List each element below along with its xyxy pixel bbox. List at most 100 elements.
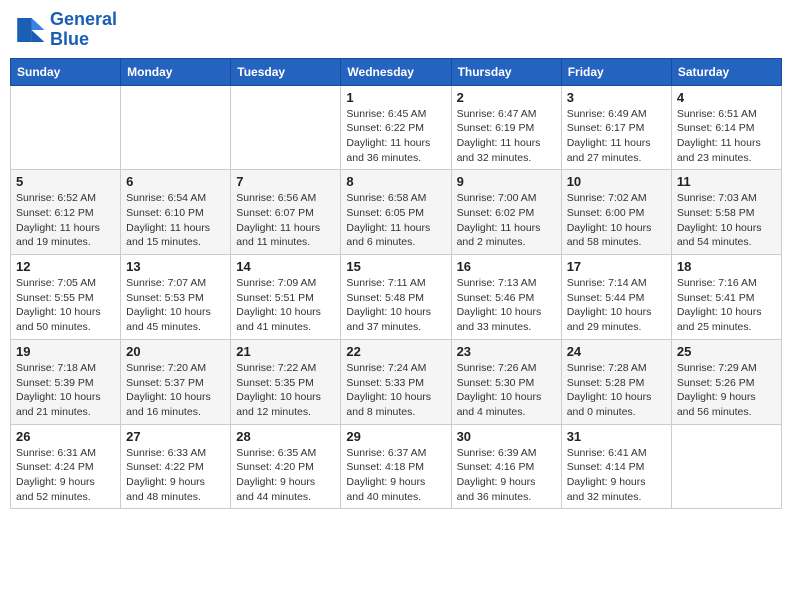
day-info: Sunrise: 7:22 AM Sunset: 5:35 PM Dayligh… <box>236 361 335 420</box>
calendar-cell: 29Sunrise: 6:37 AM Sunset: 4:18 PM Dayli… <box>341 424 451 509</box>
day-number: 29 <box>346 429 445 444</box>
day-info: Sunrise: 6:35 AM Sunset: 4:20 PM Dayligh… <box>236 446 335 505</box>
day-info: Sunrise: 7:20 AM Sunset: 5:37 PM Dayligh… <box>126 361 225 420</box>
day-number: 24 <box>567 344 666 359</box>
day-info: Sunrise: 7:07 AM Sunset: 5:53 PM Dayligh… <box>126 276 225 335</box>
calendar-header: SundayMondayTuesdayWednesdayThursdayFrid… <box>11 58 782 85</box>
day-number: 28 <box>236 429 335 444</box>
day-info: Sunrise: 7:03 AM Sunset: 5:58 PM Dayligh… <box>677 191 776 250</box>
day-info: Sunrise: 6:51 AM Sunset: 6:14 PM Dayligh… <box>677 107 776 166</box>
week-row-5: 26 Sunrise: 6:31 AM Sunset: 4:24 PM Dayli… <box>11 424 782 509</box>
calendar-cell: 31 Sunrise: 6:41 AM Sunset: 4:14 PM Dayli… <box>561 424 671 509</box>
calendar-cell: 8 Sunrise: 6:58 AM Sunset: 6:05 PM Daylig… <box>341 170 451 255</box>
day-number: 19 <box>16 344 115 359</box>
calendar-cell: 3 Sunrise: 6:49 AM Sunset: 6:17 PM Daylig… <box>561 85 671 170</box>
weekday-header-wednesday: Wednesday <box>341 58 451 85</box>
day-number: 18 <box>677 259 776 274</box>
day-info: Sunrise: 7:09 AM Sunset: 5:51 PM Dayligh… <box>236 276 335 335</box>
week-row-4: 19 Sunrise: 7:18 AM Sunset: 5:39 PM Dayli… <box>11 339 782 424</box>
calendar-cell: 5 Sunrise: 6:52 AM Sunset: 6:12 PM Daylig… <box>11 170 121 255</box>
calendar-cell: 9 Sunrise: 7:00 AM Sunset: 6:02 PM Daylig… <box>451 170 561 255</box>
day-info: Sunrise: 7:24 AM Sunset: 5:33 PM Dayligh… <box>346 361 445 420</box>
day-number: 31 <box>567 429 666 444</box>
day-number: 12 <box>16 259 115 274</box>
day-info: Sunrise: 6:54 AM Sunset: 6:10 PM Dayligh… <box>126 191 225 250</box>
day-info: Sunrise: 7:16 AM Sunset: 5:41 PM Dayligh… <box>677 276 776 335</box>
day-number: 20 <box>126 344 225 359</box>
day-number: 7 <box>236 174 335 189</box>
day-info: Sunrise: 6:31 AM Sunset: 4:24 PM Dayligh… <box>16 446 115 505</box>
day-number: 16 <box>457 259 556 274</box>
day-number: 5 <box>16 174 115 189</box>
day-number: 21 <box>236 344 335 359</box>
calendar-cell: 4 Sunrise: 6:51 AM Sunset: 6:14 PM Daylig… <box>671 85 781 170</box>
calendar-cell: 19 Sunrise: 7:18 AM Sunset: 5:39 PM Dayli… <box>11 339 121 424</box>
day-number: 22 <box>346 344 445 359</box>
day-number: 11 <box>677 174 776 189</box>
calendar-cell: 25 Sunrise: 7:29 AM Sunset: 5:26 PM Dayli… <box>671 339 781 424</box>
day-info: Sunrise: 6:58 AM Sunset: 6:05 PM Dayligh… <box>346 191 445 250</box>
logo: General Blue <box>14 10 117 50</box>
day-info: Sunrise: 6:47 AM Sunset: 6:19 PM Dayligh… <box>457 107 556 166</box>
day-number: 2 <box>457 90 556 105</box>
day-number: 8 <box>346 174 445 189</box>
day-info: Sunrise: 6:45 AM Sunset: 6:22 PM Dayligh… <box>346 107 445 166</box>
day-info: Sunrise: 7:00 AM Sunset: 6:02 PM Dayligh… <box>457 191 556 250</box>
calendar-cell: 18 Sunrise: 7:16 AM Sunset: 5:41 PM Dayli… <box>671 255 781 340</box>
week-row-3: 12 Sunrise: 7:05 AM Sunset: 5:55 PM Dayli… <box>11 255 782 340</box>
day-info: Sunrise: 7:11 AM Sunset: 5:48 PM Dayligh… <box>346 276 445 335</box>
page-header: General Blue <box>10 10 782 50</box>
day-info: Sunrise: 7:14 AM Sunset: 5:44 PM Dayligh… <box>567 276 666 335</box>
day-info: Sunrise: 7:02 AM Sunset: 6:00 PM Dayligh… <box>567 191 666 250</box>
day-info: Sunrise: 7:26 AM Sunset: 5:30 PM Dayligh… <box>457 361 556 420</box>
day-number: 14 <box>236 259 335 274</box>
weekday-header-sunday: Sunday <box>11 58 121 85</box>
day-info: Sunrise: 7:29 AM Sunset: 5:26 PM Dayligh… <box>677 361 776 420</box>
day-number: 9 <box>457 174 556 189</box>
calendar-cell: 21 Sunrise: 7:22 AM Sunset: 5:35 PM Dayli… <box>231 339 341 424</box>
weekday-header-tuesday: Tuesday <box>231 58 341 85</box>
calendar-cell: 15 Sunrise: 7:11 AM Sunset: 5:48 PM Dayli… <box>341 255 451 340</box>
calendar-cell: 1Sunrise: 6:45 AM Sunset: 6:22 PM Daylig… <box>341 85 451 170</box>
day-info: Sunrise: 6:49 AM Sunset: 6:17 PM Dayligh… <box>567 107 666 166</box>
day-info: Sunrise: 7:28 AM Sunset: 5:28 PM Dayligh… <box>567 361 666 420</box>
calendar-cell: 22 Sunrise: 7:24 AM Sunset: 5:33 PM Dayli… <box>341 339 451 424</box>
calendar-cell <box>671 424 781 509</box>
calendar-cell: 7 Sunrise: 6:56 AM Sunset: 6:07 PM Daylig… <box>231 170 341 255</box>
calendar-cell: 28 Sunrise: 6:35 AM Sunset: 4:20 PM Dayli… <box>231 424 341 509</box>
calendar-cell: 20 Sunrise: 7:20 AM Sunset: 5:37 PM Dayli… <box>121 339 231 424</box>
day-info: Sunrise: 6:52 AM Sunset: 6:12 PM Dayligh… <box>16 191 115 250</box>
calendar-cell: 24 Sunrise: 7:28 AM Sunset: 5:28 PM Dayli… <box>561 339 671 424</box>
calendar-cell: 12 Sunrise: 7:05 AM Sunset: 5:55 PM Dayli… <box>11 255 121 340</box>
calendar-cell <box>231 85 341 170</box>
calendar-cell: 2 Sunrise: 6:47 AM Sunset: 6:19 PM Daylig… <box>451 85 561 170</box>
day-number: 6 <box>126 174 225 189</box>
weekday-header-friday: Friday <box>561 58 671 85</box>
day-info: Sunrise: 6:33 AM Sunset: 4:22 PM Dayligh… <box>126 446 225 505</box>
day-info: Sunrise: 6:56 AM Sunset: 6:07 PM Dayligh… <box>236 191 335 250</box>
day-number: 30 <box>457 429 556 444</box>
day-info: Sunrise: 6:41 AM Sunset: 4:14 PM Dayligh… <box>567 446 666 505</box>
calendar-body: 1Sunrise: 6:45 AM Sunset: 6:22 PM Daylig… <box>11 85 782 509</box>
day-number: 15 <box>346 259 445 274</box>
day-number: 25 <box>677 344 776 359</box>
weekday-header-saturday: Saturday <box>671 58 781 85</box>
day-number: 3 <box>567 90 666 105</box>
calendar-cell: 30 Sunrise: 6:39 AM Sunset: 4:16 PM Dayli… <box>451 424 561 509</box>
logo-text: General Blue <box>50 10 117 50</box>
calendar-cell <box>121 85 231 170</box>
calendar-cell: 16 Sunrise: 7:13 AM Sunset: 5:46 PM Dayli… <box>451 255 561 340</box>
calendar-cell: 26 Sunrise: 6:31 AM Sunset: 4:24 PM Dayli… <box>11 424 121 509</box>
weekday-header-thursday: Thursday <box>451 58 561 85</box>
calendar-cell: 17 Sunrise: 7:14 AM Sunset: 5:44 PM Dayli… <box>561 255 671 340</box>
logo-icon <box>14 14 46 46</box>
day-number: 17 <box>567 259 666 274</box>
day-info: Sunrise: 7:13 AM Sunset: 5:46 PM Dayligh… <box>457 276 556 335</box>
day-number: 4 <box>677 90 776 105</box>
day-info: Sunrise: 7:18 AM Sunset: 5:39 PM Dayligh… <box>16 361 115 420</box>
day-info: Sunrise: 7:05 AM Sunset: 5:55 PM Dayligh… <box>16 276 115 335</box>
weekday-row: SundayMondayTuesdayWednesdayThursdayFrid… <box>11 58 782 85</box>
day-info: Sunrise: 6:39 AM Sunset: 4:16 PM Dayligh… <box>457 446 556 505</box>
day-number: 23 <box>457 344 556 359</box>
day-number: 26 <box>16 429 115 444</box>
